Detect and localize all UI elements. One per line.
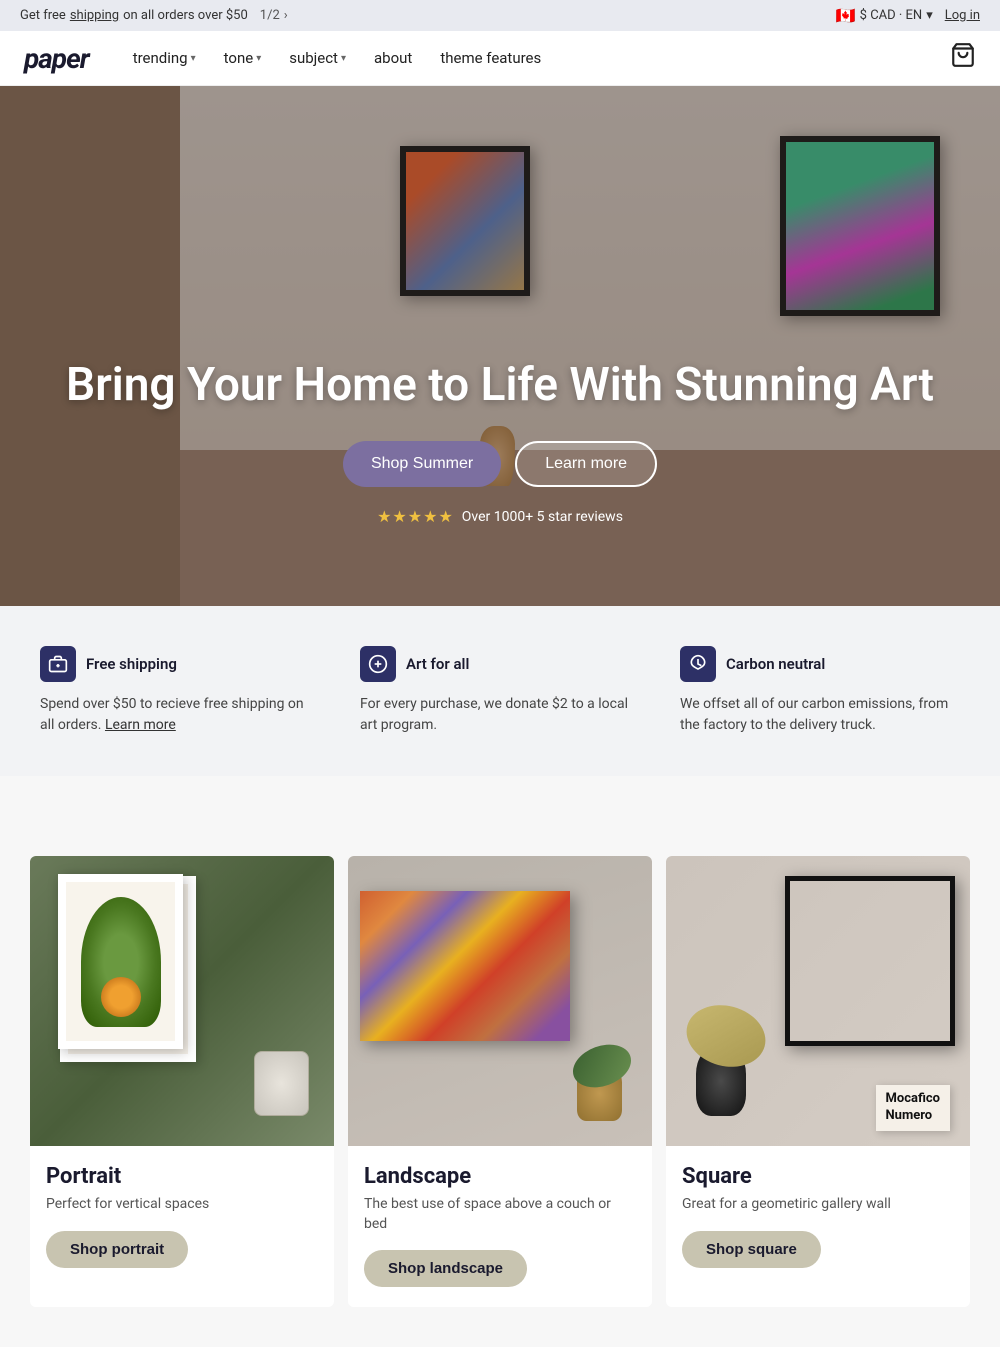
currency-chevron-icon: ▾ — [926, 8, 933, 23]
hero-buttons: Shop Summer Learn more — [0, 441, 1000, 487]
landscape-info: Landscape The best use of space above a … — [348, 1146, 652, 1307]
square-desc: Great for a geometiric gallery wall — [682, 1195, 954, 1215]
chevron-down-icon: ▾ — [191, 53, 196, 64]
learn-more-button[interactable]: Learn more — [515, 441, 657, 487]
landscape-desc: The best use of space above a couch or b… — [364, 1195, 636, 1234]
shipping-learn-more-link[interactable]: Learn more — [105, 717, 176, 733]
logo[interactable]: paper — [24, 42, 89, 75]
announcement-pagination[interactable]: 1/2 › — [260, 8, 288, 23]
shipping-link[interactable]: shipping — [70, 8, 119, 23]
benefits-section: Free shipping Spend over $50 to recieve … — [0, 606, 1000, 776]
product-card-landscape: Landscape The best use of space above a … — [348, 856, 652, 1307]
shop-landscape-button[interactable]: Shop landscape — [364, 1250, 527, 1287]
shipping-desc: Spend over $50 to recieve free shipping … — [40, 694, 320, 736]
nav-item-trending[interactable]: trending ▾ — [121, 41, 208, 75]
art-icon — [360, 646, 396, 682]
portrait-image — [30, 856, 334, 1146]
square-info: Square Great for a geometiric gallery wa… — [666, 1146, 970, 1288]
header: paper trending ▾ tone ▾ subject ▾ about … — [0, 31, 1000, 86]
products-grid: Portrait Perfect for vertical spaces Sho… — [30, 856, 970, 1307]
shop-portrait-button[interactable]: Shop portrait — [46, 1231, 188, 1268]
star-rating-icon: ★★★★★ — [377, 507, 454, 526]
shop-square-button[interactable]: Shop square — [682, 1231, 821, 1268]
benefit-shipping: Free shipping Spend over $50 to recieve … — [40, 646, 320, 736]
currency-selector[interactable]: 🇨🇦 $ CAD · EN ▾ — [836, 6, 933, 25]
square-title: Square — [682, 1164, 954, 1189]
hero-section: Bring Your Home to Life With Stunning Ar… — [0, 86, 1000, 606]
landscape-title: Landscape — [364, 1164, 636, 1189]
hero-content: Bring Your Home to Life With Stunning Ar… — [0, 358, 1000, 526]
nav-item-tone[interactable]: tone ▾ — [212, 41, 274, 75]
main-nav: trending ▾ tone ▾ subject ▾ about theme … — [121, 41, 950, 75]
section-spacer — [0, 776, 1000, 806]
nav-item-about[interactable]: about — [362, 41, 424, 75]
hero-reviews: ★★★★★ Over 1000+ 5 star reviews — [0, 507, 1000, 526]
carbon-desc: We offset all of our carbon emissions, f… — [680, 694, 960, 736]
hero-title: Bring Your Home to Life With Stunning Ar… — [0, 358, 1000, 413]
cart-button[interactable] — [950, 42, 976, 74]
flag-icon: 🇨🇦 — [836, 6, 856, 25]
benefit-carbon: Carbon neutral We offset all of our carb… — [680, 646, 960, 736]
announcement-right: 🇨🇦 $ CAD · EN ▾ Log in — [836, 6, 980, 25]
shipping-icon — [40, 646, 76, 682]
shop-summer-button[interactable]: Shop Summer — [343, 441, 501, 487]
products-section: Portrait Perfect for vertical spaces Sho… — [0, 806, 1000, 1347]
square-image: MocaficoNumero — [666, 856, 970, 1146]
benefit-art: Art for all For every purchase, we donat… — [360, 646, 640, 736]
art-desc: For every purchase, we donate $2 to a lo… — [360, 694, 640, 736]
portrait-artwork — [30, 856, 334, 1146]
portrait-info: Portrait Perfect for vertical spaces Sho… — [30, 1146, 334, 1288]
announcement-text: Get free shipping on all orders over $50… — [20, 8, 288, 23]
portrait-desc: Perfect for vertical spaces — [46, 1195, 318, 1215]
carbon-icon — [680, 646, 716, 682]
hero-overlay — [0, 86, 1000, 606]
nav-item-subject[interactable]: subject ▾ — [277, 41, 358, 75]
announcement-suffix: on all orders over $50 — [123, 8, 248, 23]
announcement-prefix: Get free — [20, 8, 66, 23]
product-card-square: MocaficoNumero Square Great for a geomet… — [666, 856, 970, 1307]
pagination-arrow[interactable]: › — [284, 8, 288, 23]
landscape-image — [348, 856, 652, 1146]
portrait-title: Portrait — [46, 1164, 318, 1189]
nav-item-theme-features[interactable]: theme features — [428, 41, 553, 75]
login-link[interactable]: Log in — [945, 8, 980, 23]
chevron-down-icon: ▾ — [256, 53, 261, 64]
announcement-bar: Get free shipping on all orders over $50… — [0, 0, 1000, 31]
product-card-portrait: Portrait Perfect for vertical spaces Sho… — [30, 856, 334, 1307]
chevron-down-icon: ▾ — [341, 53, 346, 64]
